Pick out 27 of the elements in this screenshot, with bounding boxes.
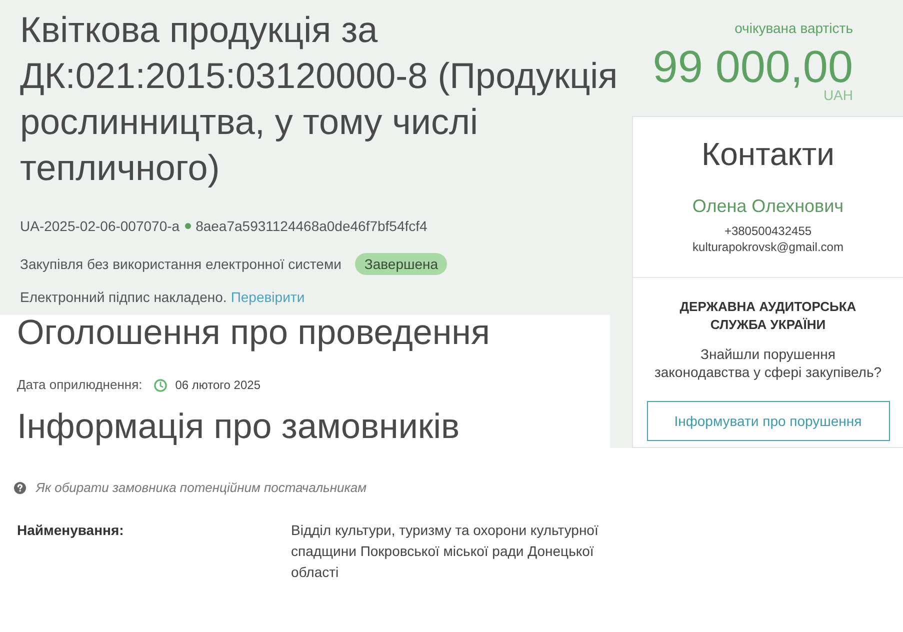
price-label: очікувана вартість (734, 19, 853, 37)
publication-date: 06 лютого 2025 (175, 377, 260, 394)
price-amount: 99 000,00 (652, 44, 853, 90)
signature-text: Електронний підпис накладено. (20, 288, 227, 306)
audit-service-heading: ДЕРЖАВНА АУДИТОРСЬКА СЛУЖБА УКРАЇНИ (678, 298, 858, 334)
date-label: Дата оприлюднення: (17, 376, 142, 394)
field-label: Найменування: (17, 521, 125, 540)
help-icon (14, 482, 26, 494)
section-heading: Оголошення про проведення (17, 315, 490, 351)
contact-phone: +380500432455 (724, 223, 812, 239)
contact-name: Олена Олехнович (692, 195, 844, 217)
help-link[interactable]: Як обирати замовника потенційним постачальникам (36, 479, 367, 497)
tender-title: Квіткова продукція за ДК:021:2015:03120000-8 (Продукція рослинництва, у тому числі тепличного) (20, 8, 619, 190)
separator-dot-icon (184, 223, 191, 229)
report-violation-button[interactable]: Інформувати про порушення (646, 401, 890, 441)
tender-id: UA-2025-02-06-007070-a (20, 217, 180, 235)
card-heading: Контакти (701, 136, 835, 172)
tender-hash: 8aea7a5931124468a0de46f7bf54fcf4 (196, 217, 428, 235)
field-value: Відділ культури, туризму та охорони культурної спадщини Покровської міської ради Донецької області (291, 521, 600, 582)
clock-icon (154, 378, 168, 392)
status-badge: Завершена (355, 253, 448, 275)
verify-link[interactable]: Перевірити (230, 288, 305, 306)
currency-label: UAH (823, 87, 853, 103)
procedure-type: Закупівля без використання електронної системи (20, 255, 342, 273)
contact-email: kulturapokrovsk@gmail.com (692, 239, 844, 255)
violation-question: Знайшли порушення законодавства у сфері закупівель? (654, 345, 882, 381)
section-heading: Інформація про замовників (17, 409, 460, 445)
